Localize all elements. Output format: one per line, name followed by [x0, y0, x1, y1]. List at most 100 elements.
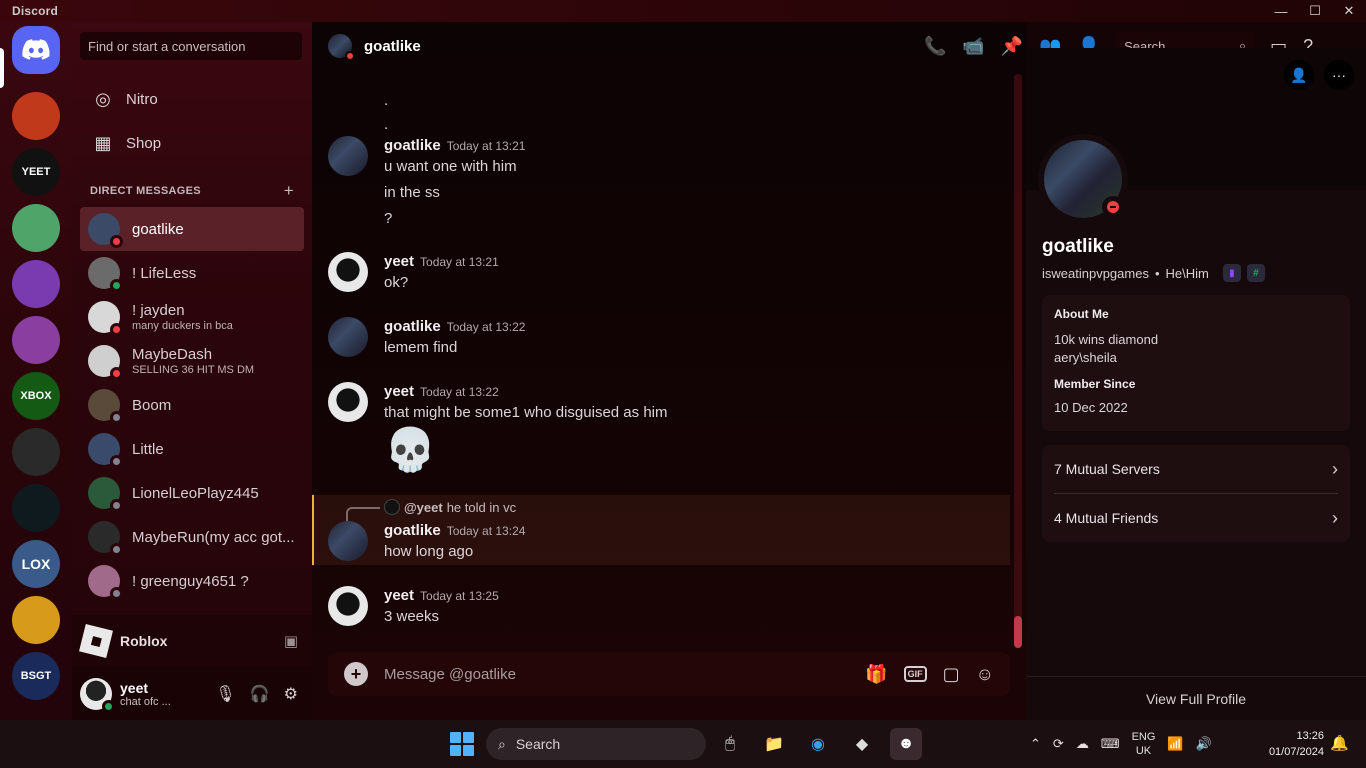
dm-item[interactable]: LionelLeoPlayz445: [80, 471, 304, 515]
message-avatar[interactable]: [328, 136, 368, 176]
server-icon[interactable]: [12, 260, 60, 308]
microphone-icon[interactable]: 🎙: [215, 684, 235, 704]
message-avatar[interactable]: [328, 317, 368, 357]
screen-share-icon[interactable]: ▣: [284, 632, 298, 650]
message-input[interactable]: [384, 665, 866, 683]
notification-bell-icon[interactable]: 🔔: [1330, 734, 1349, 752]
reply-preview[interactable]: @yeet he told in vc: [384, 499, 516, 515]
message-avatar[interactable]: [328, 521, 368, 561]
hashtag-badge-icon[interactable]: #: [1246, 264, 1265, 282]
taskbar-search[interactable]: ⌕ Search: [486, 728, 706, 760]
message-avatar[interactable]: [328, 586, 368, 626]
find-conversation-input[interactable]: Find or start a conversation: [80, 32, 302, 60]
dm-item[interactable]: ! greenguy4651 ?: [80, 559, 304, 603]
message-author[interactable]: goatlike Today at 13:22: [384, 318, 525, 335]
server-icon[interactable]: YEET: [12, 148, 60, 196]
system-clock[interactable]: 13:26 01/07/2024: [1252, 728, 1324, 760]
dm-item[interactable]: MaybeDash SELLING 36 HIT MS DM: [80, 339, 304, 383]
nav-nitro[interactable]: ◎ Nitro: [80, 78, 304, 120]
update-icon[interactable]: ⟳: [1053, 736, 1064, 752]
gift-icon[interactable]: 🎁: [865, 664, 887, 685]
status-off-indicator: [110, 499, 123, 512]
server-icon[interactable]: [12, 596, 60, 644]
cloud-icon[interactable]: ☁: [1076, 736, 1089, 752]
server-icon[interactable]: [12, 204, 60, 252]
message-author[interactable]: yeet Today at 13:25: [384, 587, 499, 604]
message-author[interactable]: goatlike Today at 13:24: [384, 522, 525, 539]
gif-icon[interactable]: GIF: [903, 666, 927, 682]
mouse-app-icon[interactable]: 🖱: [714, 728, 746, 760]
add-friend-icon[interactable]: 👤: [1284, 60, 1314, 90]
message-avatar[interactable]: [328, 382, 368, 422]
dm-item[interactable]: goatlike: [80, 207, 304, 251]
attach-plus-icon[interactable]: +: [344, 662, 368, 686]
emoji-icon[interactable]: ☺: [976, 664, 994, 685]
server-icon[interactable]: [12, 428, 60, 476]
settings-gear-icon[interactable]: ⚙: [284, 684, 298, 704]
dm-item[interactable]: Boom: [80, 383, 304, 427]
dm-avatar: [88, 477, 123, 512]
edge-browser-icon[interactable]: ◉: [802, 728, 834, 760]
system-tray: ⌃ ⟳ ☁ ⌨ ENG UK 📶 🔊: [1030, 720, 1212, 768]
title-bar: Discord — ☐ ✕: [0, 0, 1366, 22]
chat-scrollbar-thumb[interactable]: [1014, 616, 1022, 648]
taskbar-search-label: Search: [515, 736, 561, 752]
server-icon[interactable]: LOX: [12, 540, 60, 588]
dm-item[interactable]: MaybeRun(my acc got...: [80, 515, 304, 559]
twitch-badge-icon[interactable]: ▮: [1222, 264, 1241, 282]
dm-item[interactable]: Little: [80, 427, 304, 471]
video-call-icon[interactable]: 📹: [962, 36, 984, 57]
dm-item[interactable]: ! jayden many duckers in bca: [80, 295, 304, 339]
user-avatar[interactable]: [80, 677, 115, 713]
windows-start-icon[interactable]: [450, 732, 474, 756]
close-button[interactable]: ✕: [1332, 0, 1366, 22]
file-explorer-icon[interactable]: 📁: [758, 728, 790, 760]
language-indicator[interactable]: ENG UK: [1132, 730, 1156, 758]
wifi-icon[interactable]: 📶: [1167, 736, 1183, 752]
chat-header-avatar[interactable]: [328, 34, 355, 61]
server-icon[interactable]: BSGT: [12, 652, 60, 700]
minimize-button[interactable]: —: [1264, 0, 1298, 22]
status-dnd-indicator: [110, 235, 123, 248]
message-author[interactable]: goatlike Today at 13:21: [384, 137, 525, 154]
volume-icon[interactable]: 🔊: [1196, 736, 1212, 752]
reply-mention: @yeet: [404, 499, 443, 515]
dm-item[interactable]: ! LifeLess: [80, 251, 304, 295]
server-icon[interactable]: [12, 92, 60, 140]
keyboard-icon[interactable]: ⌨: [1101, 736, 1120, 752]
nav-shop[interactable]: ▦ Shop: [80, 122, 304, 164]
message-author[interactable]: yeet Today at 13:21: [384, 253, 499, 270]
message-author[interactable]: yeet Today at 13:22: [384, 383, 499, 400]
about-title: About Me: [1054, 307, 1109, 321]
server-icon[interactable]: XBOX: [12, 372, 60, 420]
skull-emoji: 💀: [384, 426, 437, 473]
chevron-up-icon[interactable]: ⌃: [1030, 736, 1041, 752]
home-button[interactable]: [12, 26, 60, 74]
profile-avatar[interactable]: [1038, 134, 1128, 224]
roblox-taskbar-icon[interactable]: ◆: [846, 728, 878, 760]
dm-avatar: [88, 301, 123, 336]
server-icon[interactable]: [12, 316, 60, 364]
user-panel: yeet chat ofc ... 🎙 🎧 ⚙: [72, 667, 312, 720]
mutual-friends-row[interactable]: 4 Mutual Friends ›: [1042, 494, 1350, 542]
create-dm-button[interactable]: +: [284, 181, 294, 201]
profile-actions: 👤 ···: [1284, 60, 1354, 90]
profile-pronouns: He\Him: [1165, 265, 1209, 281]
dm-avatar: [88, 345, 123, 380]
dm-name: MaybeRun(my acc got...: [132, 528, 295, 546]
taskbar: ⌕ Search 🖱 📁 ◉ ◆ ☻ ⌃ ⟳ ☁ ⌨ ENG UK 📶 🔊 13…: [0, 720, 1366, 768]
pin-icon[interactable]: 📌: [1001, 36, 1023, 57]
maximize-button[interactable]: ☐: [1298, 0, 1332, 22]
more-options-icon[interactable]: ···: [1324, 60, 1354, 90]
status-dnd-indicator: [110, 323, 123, 336]
sticker-icon[interactable]: ▢: [943, 664, 960, 685]
message-avatar[interactable]: [328, 252, 368, 292]
discord-taskbar-icon[interactable]: ☻: [890, 728, 922, 760]
nav-shop-label: Shop: [126, 134, 162, 152]
server-icon[interactable]: [12, 484, 60, 532]
headphones-icon[interactable]: 🎧: [250, 684, 270, 704]
view-full-profile-button[interactable]: View Full Profile: [1026, 676, 1366, 720]
chat-scrollbar[interactable]: [1014, 74, 1022, 648]
voice-call-icon[interactable]: 📞: [924, 36, 946, 57]
mutual-servers-row[interactable]: 7 Mutual Servers ›: [1042, 445, 1350, 493]
